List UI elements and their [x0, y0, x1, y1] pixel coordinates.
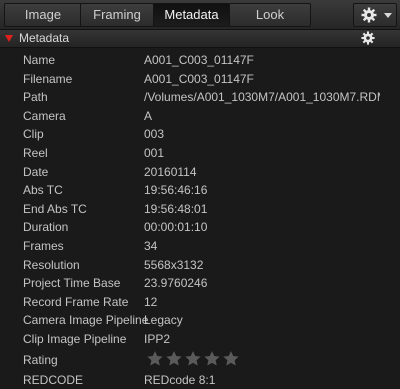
field-value: 23.9760246 [144, 274, 380, 292]
field-value: 00:00:01:10 [144, 218, 380, 236]
field-value: A001_C003_01147F [144, 51, 380, 69]
metadata-row-camera: Camera A [0, 107, 400, 126]
field-label: REDCODE [23, 371, 83, 389]
field-label: Rating [23, 351, 58, 369]
field-label: Camera [23, 107, 66, 125]
field-value: 001 [144, 144, 380, 162]
star-icon[interactable] [184, 350, 202, 367]
field-label: Record Frame Rate [23, 293, 128, 311]
star-icon[interactable] [203, 350, 221, 367]
metadata-row-resolution: Resolution 5568x3132 [0, 256, 400, 275]
metadata-row-filename: Filename A001_C003_01147F [0, 70, 400, 89]
field-label: Reel [23, 144, 48, 162]
field-label: Project Time Base [23, 274, 120, 292]
metadata-row-end-abs-tc: End Abs TC 19:56:48:01 [0, 200, 400, 219]
field-label: Clip [23, 125, 44, 143]
field-value: IPP2 [144, 330, 380, 348]
field-value: A001_C003_01147F [144, 70, 380, 88]
metadata-row-path: Path/Volumes/A001_1030M7/A001_1030M7.RDM… [0, 88, 400, 107]
field-value: REDcode 8:1 [144, 371, 380, 389]
star-icon[interactable] [165, 350, 183, 367]
field-value: 34 [144, 237, 380, 255]
chevron-down-icon [384, 13, 392, 18]
field-label: Path [23, 88, 48, 106]
field-value: A [144, 107, 380, 125]
tab-framing[interactable]: Framing [80, 3, 154, 27]
metadata-row-redcode: REDCODE REDcode 8:1 [0, 371, 400, 389]
metadata-section-header[interactable]: Metadata [0, 30, 400, 48]
rating-stars[interactable] [146, 350, 241, 368]
field-label: Clip Image Pipeline [23, 330, 126, 348]
tab-image[interactable]: Image [4, 3, 82, 27]
metadata-row-record-frame-rate: Record Frame Rate 12 [0, 293, 400, 312]
gear-icon[interactable] [361, 31, 375, 45]
collapse-triangle-icon[interactable] [5, 35, 13, 42]
field-value: 19:56:46:16 [144, 181, 380, 199]
star-icon[interactable] [146, 350, 164, 367]
field-value: 12 [144, 293, 380, 311]
metadata-row-date: Date 20160114 [0, 163, 400, 182]
gear-icon [361, 7, 377, 23]
metadata-row-duration: Duration 00:00:01:10 [0, 218, 400, 237]
tab-look[interactable]: Look [229, 3, 311, 27]
metadata-row-abs-tc: Abs TC 19:56:46:16 [0, 181, 400, 200]
star-icon[interactable] [222, 350, 240, 367]
field-label: Camera Image Pipeline [23, 311, 148, 329]
field-label: Duration [23, 218, 68, 236]
metadata-row-reel: Reel 001 [0, 144, 400, 163]
metadata-list: Name A001_C003_01147F Filename A001_C003_0… [0, 51, 400, 389]
field-label: Frames [23, 237, 64, 255]
tab-metadata[interactable]: Metadata [153, 3, 230, 27]
field-value: 20160114 [144, 163, 380, 181]
field-label: End Abs TC [23, 200, 87, 218]
field-value: /Volumes/A001_1030M7/A001_1030M7.RDM/A [144, 88, 380, 106]
metadata-row-camera-image-pipeline: Camera Image PipelineLegacy [0, 311, 400, 330]
field-label: Filename [23, 70, 72, 88]
metadata-row-rating: Rating [0, 349, 400, 371]
field-label: Resolution [23, 256, 80, 274]
tab-bar: Image Framing Metadata Look [0, 0, 400, 30]
field-label: Name [23, 51, 55, 69]
metadata-row-frames: Frames 34 [0, 237, 400, 256]
metadata-row-project-time-base: Project Time Base 23.9760246 [0, 274, 400, 293]
field-label: Abs TC [23, 181, 63, 199]
metadata-row-clip: Clip 003 [0, 125, 400, 144]
field-value: 19:56:48:01 [144, 200, 380, 218]
metadata-row-clip-image-pipeline: Clip Image Pipeline IPP2 [0, 330, 400, 349]
field-label: Date [23, 163, 48, 181]
field-value: 5568x3132 [144, 256, 380, 274]
field-value: Legacy [144, 311, 380, 329]
settings-menu-button[interactable] [353, 3, 397, 27]
field-value: 003 [144, 125, 380, 143]
metadata-row-name: Name A001_C003_01147F [0, 51, 400, 70]
section-title: Metadata [19, 31, 69, 45]
